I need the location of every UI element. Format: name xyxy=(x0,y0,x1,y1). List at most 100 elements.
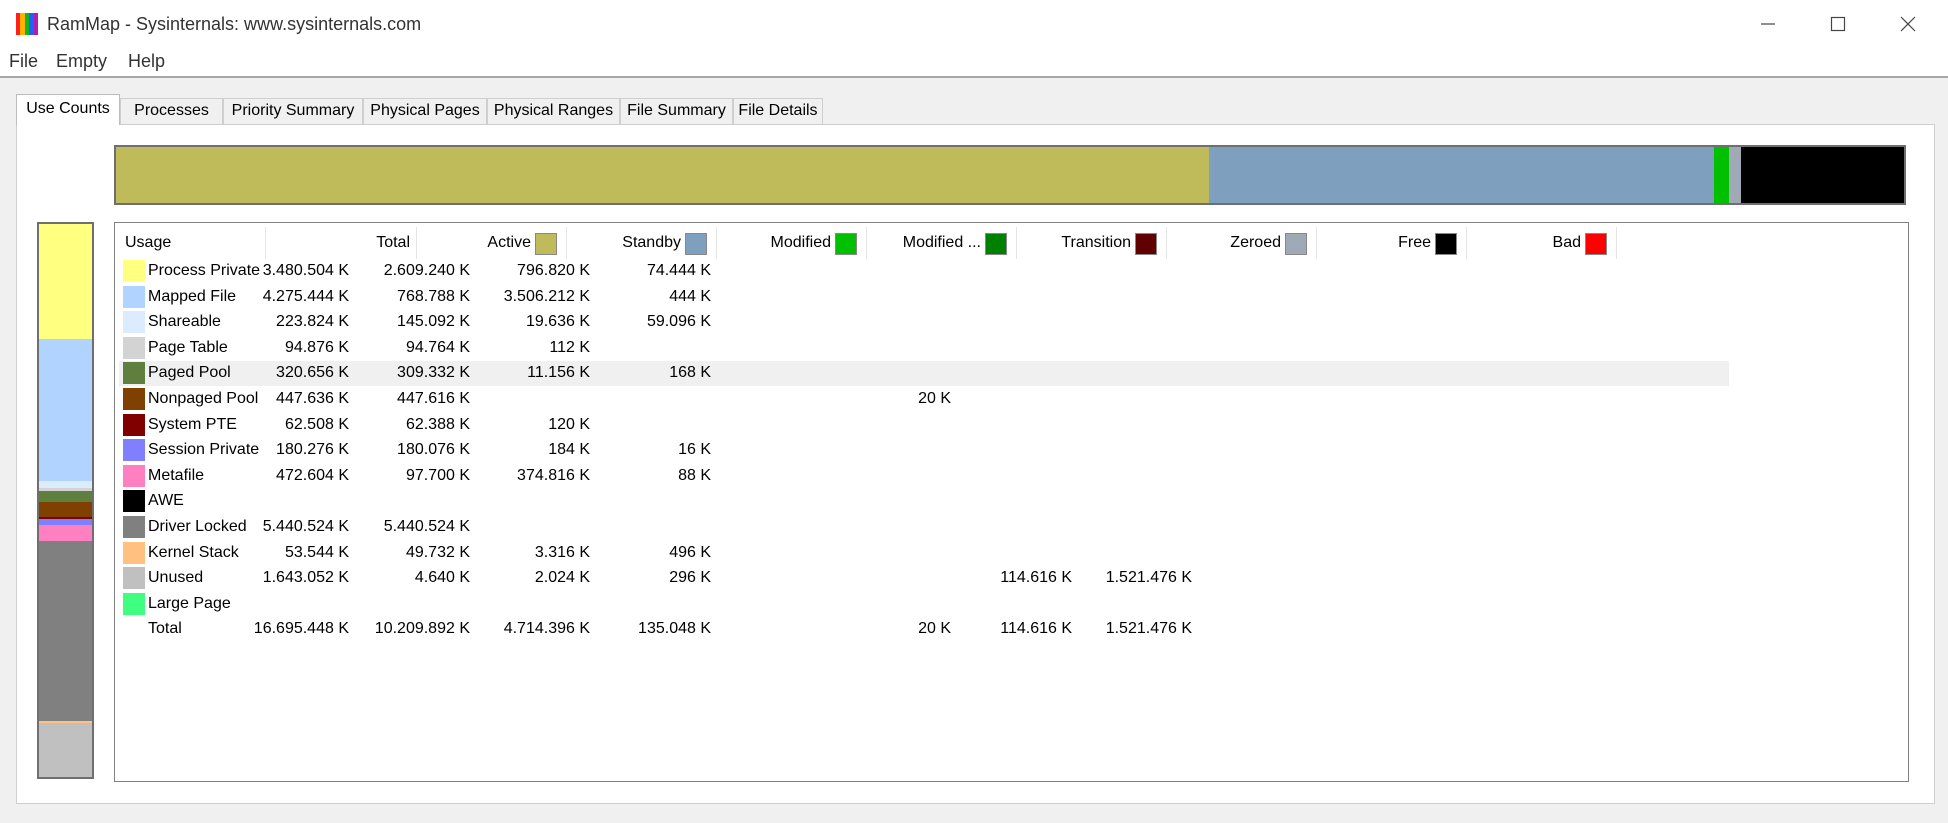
table-cell: 94.876 K xyxy=(284,338,349,356)
table-cell: 120 K xyxy=(548,415,590,433)
transition-color-swatch xyxy=(1135,233,1157,255)
column-header-total[interactable]: Total xyxy=(265,226,410,259)
usage-color-swatch xyxy=(123,439,145,462)
usage-segment-driver-locked xyxy=(39,540,92,721)
zeroed-color-swatch xyxy=(1285,233,1307,255)
table-row[interactable]: System PTE 62.508 K 62.388 K 120 K xyxy=(119,413,1729,438)
usage-segment-metafile xyxy=(39,524,92,541)
usage-color-swatch xyxy=(123,311,145,334)
table-cell: 19.636 K xyxy=(525,313,590,331)
table-cell: 59.096 K xyxy=(646,313,711,331)
usage-color-swatch xyxy=(123,592,145,615)
maximize-button[interactable] xyxy=(1803,0,1873,48)
table-cell: 180.076 K xyxy=(397,441,470,459)
table-cell: 309.332 K xyxy=(397,364,470,382)
table-cell: 49.732 K xyxy=(405,543,470,561)
close-icon xyxy=(1900,16,1916,32)
memory-usage-bar xyxy=(37,222,94,779)
table-cell: 374.816 K xyxy=(517,466,590,484)
use-counts-table[interactable]: Usage Total Active Standby Modified Modi… xyxy=(114,222,1909,782)
table-cell: 62.388 K xyxy=(405,415,470,433)
usage-name: Metafile xyxy=(148,466,205,484)
memory-state-bar xyxy=(114,145,1906,205)
maximize-icon xyxy=(1830,16,1846,32)
table-cell: 472.604 K xyxy=(276,466,349,484)
tab-use-counts[interactable]: Use Counts xyxy=(16,94,120,125)
table-row[interactable]: Total 16.695.448 K 10.209.892 K 4.714.396 K… xyxy=(119,617,1729,642)
usage-segment-shareable xyxy=(39,480,92,489)
usage-segment-process-private xyxy=(39,224,92,340)
tab-file-summary[interactable]: File Summary xyxy=(620,98,733,125)
table-row[interactable]: Session Private 180.276 K 180.076 K 184 K 16… xyxy=(119,438,1729,463)
usage-name: Total xyxy=(148,620,182,638)
close-button[interactable] xyxy=(1873,0,1943,48)
table-row[interactable]: Nonpaged Pool 447.636 K 447.616 K 20 K xyxy=(119,387,1729,412)
table-cell: 114.616 K xyxy=(1000,569,1072,587)
usage-segment-paged-pool xyxy=(39,491,92,503)
table-cell: 320.656 K xyxy=(276,364,349,382)
usage-name: AWE xyxy=(148,492,184,510)
table-cell: 11.156 K xyxy=(527,364,590,382)
tab-physical-pages[interactable]: Physical Pages xyxy=(363,98,487,125)
table-cell: 296 K xyxy=(669,569,711,587)
table-cell: 184 K xyxy=(548,441,590,459)
table-row[interactable]: Metafile 472.604 K 97.700 K 374.816 K 88 K xyxy=(119,464,1729,489)
column-header-bad[interactable]: Bad xyxy=(1466,226,1581,259)
table-row[interactable]: Shareable 223.824 K 145.092 K 19.636 K 59.09… xyxy=(119,310,1729,335)
column-header-usage[interactable]: Usage xyxy=(125,226,171,259)
table-cell: 74.444 K xyxy=(646,262,711,279)
minimize-button[interactable] xyxy=(1733,0,1803,48)
table-row[interactable]: AWE xyxy=(119,489,1729,514)
modified-color-swatch xyxy=(835,233,857,255)
table-cell: 114.616 K xyxy=(1000,620,1072,638)
standby-color-swatch xyxy=(685,233,707,255)
table-cell: 4.275.444 K xyxy=(262,287,349,305)
column-header-transition[interactable]: Transition xyxy=(1016,226,1131,259)
column-header-active[interactable]: Active xyxy=(416,226,531,259)
usage-segment-unused xyxy=(39,722,92,777)
table-cell: 145.092 K xyxy=(397,313,470,331)
table-cell: 10.209.892 K xyxy=(374,620,470,638)
usage-color-swatch xyxy=(123,388,145,410)
menu-empty[interactable]: Empty xyxy=(56,51,107,72)
usage-color-swatch xyxy=(123,362,145,385)
menu-help[interactable]: Help xyxy=(128,51,165,72)
column-header-standby[interactable]: Standby xyxy=(566,226,681,259)
table-row[interactable]: Paged Pool 320.656 K 309.332 K 11.156 K 168 … xyxy=(119,361,1729,387)
column-header-modified[interactable]: Modified xyxy=(716,226,831,259)
table-row[interactable]: Large Page xyxy=(119,592,1729,617)
menu-bar: File Empty Help xyxy=(0,48,1948,78)
column-header-modified-no-write[interactable]: Modified ... xyxy=(866,226,981,259)
tab-priority-summary[interactable]: Priority Summary xyxy=(223,98,363,125)
usage-color-swatch xyxy=(123,413,145,436)
table-row[interactable]: Unused 1.643.052 K 4.640 K 2.024 K 296 K 114.… xyxy=(119,566,1729,591)
usage-name: Unused xyxy=(148,569,204,587)
rammap-icon xyxy=(16,13,39,35)
title-bar: RamMap - Sysinternals: www.sysinternals.… xyxy=(0,0,1948,48)
table-cell: 3.316 K xyxy=(534,543,590,561)
table-cell: 16 K xyxy=(678,441,711,459)
tab-physical-ranges[interactable]: Physical Ranges xyxy=(487,98,620,125)
usage-color-swatch xyxy=(123,336,145,359)
table-row[interactable]: Driver Locked 5.440.524 K 5.440.524 K xyxy=(119,515,1729,540)
table-row[interactable]: Kernel Stack 53.544 K 49.732 K 3.316 K 496 K xyxy=(119,541,1729,566)
table-row[interactable]: Page Table 94.876 K 94.764 K 112 K xyxy=(119,336,1729,361)
table-row[interactable]: Mapped File 4.275.444 K 768.788 K 3.506.212… xyxy=(119,285,1729,310)
column-header-free[interactable]: Free xyxy=(1316,226,1431,259)
table-cell: 112 K xyxy=(549,338,590,356)
usage-color-swatch xyxy=(123,567,145,590)
table-row[interactable]: Process Private 3.480.504 K 2.609.240 K 796… xyxy=(119,259,1729,284)
table-cell: 5.440.524 K xyxy=(383,518,470,535)
table-cell: 2.609.240 K xyxy=(383,262,470,279)
state-segment-zeroed xyxy=(1728,147,1742,203)
table-cell: 53.544 K xyxy=(284,543,349,561)
menu-file[interactable]: File xyxy=(9,51,38,72)
active-color-swatch xyxy=(535,233,557,255)
table-cell: 3.480.504 K xyxy=(262,262,349,279)
tab-file-details[interactable]: File Details xyxy=(733,98,823,125)
column-header-zeroed[interactable]: Zeroed xyxy=(1166,226,1281,259)
tab-processes[interactable]: Processes xyxy=(120,98,223,125)
column-divider[interactable] xyxy=(1616,227,1617,259)
table-cell: 88 K xyxy=(678,466,711,484)
table-cell: 223.824 K xyxy=(276,313,349,331)
